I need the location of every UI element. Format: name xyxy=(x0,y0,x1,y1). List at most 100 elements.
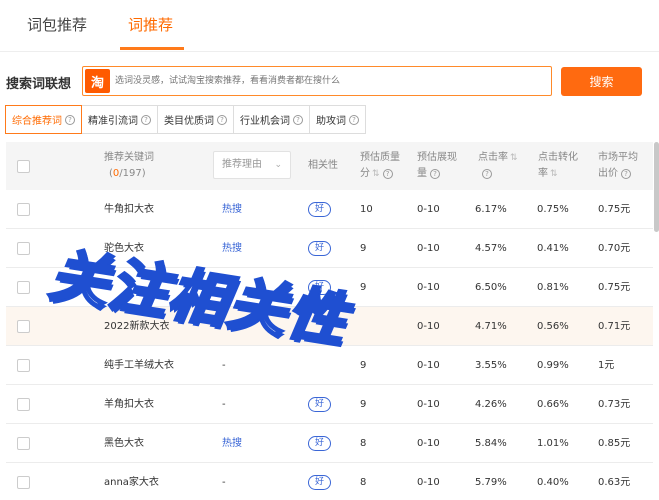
ctr-cell: 5.79% xyxy=(475,477,507,488)
cvr-cell: 0.56% xyxy=(537,321,569,332)
price-cell: 0.75元 xyxy=(598,282,631,293)
header-impressions-label: 预估展现 xyxy=(417,152,457,163)
ctr-cell: 4.71% xyxy=(475,321,507,332)
header-cvr: 点击转化率 ⇅ xyxy=(538,150,578,182)
relevance-badge: 好 xyxy=(308,474,332,490)
sort-icon[interactable]: ⇅ xyxy=(550,169,558,179)
table-row: anna家大衣 - 好 8 0-10 5.79% 0.40% 0.63元 xyxy=(6,463,653,500)
row-checkbox[interactable] xyxy=(17,437,30,450)
header-keyword-count: (0/197) xyxy=(109,168,146,179)
row-checkbox[interactable] xyxy=(17,242,30,255)
header-impressions-label-2: 量 xyxy=(417,168,427,179)
cvr-cell: 0.66% xyxy=(537,399,569,410)
filter-label: 精准引流词 xyxy=(88,116,138,127)
header-keyword: 推荐关键词 xyxy=(104,150,154,166)
help-icon[interactable]: ? xyxy=(430,169,440,179)
reason-cell[interactable]: 热搜 xyxy=(222,190,242,229)
impressions-cell: 0-10 xyxy=(417,360,440,371)
header-relevance: 相关性 xyxy=(308,160,338,171)
active-tab-indicator xyxy=(120,47,184,50)
quality-cell: 9 xyxy=(360,282,367,293)
row-checkbox[interactable] xyxy=(17,359,30,372)
impressions-cell: 0-10 xyxy=(417,321,440,332)
quality-cell: 8 xyxy=(360,477,367,488)
header-ctr-label: 点击率 xyxy=(478,152,508,163)
keyword-cell: anna家大衣 xyxy=(104,477,159,488)
row-checkbox[interactable] xyxy=(17,476,30,489)
cvr-cell: 0.40% xyxy=(537,477,569,488)
header-cvr-label: 点击转化 xyxy=(538,152,578,163)
price-cell: 0.70元 xyxy=(598,243,631,254)
sort-icon[interactable]: ⇅ xyxy=(510,153,518,163)
filter-category-quality[interactable]: 类目优质词? xyxy=(157,105,234,134)
keyword-cell: 纯手工羊绒大衣 xyxy=(104,360,174,371)
table-header: 推荐关键词 (0/197) 推荐理由 ⌄ 相关性 预估质量分 ⇅? 预估展现量? 点… xyxy=(6,142,653,190)
tab-keyword-package[interactable]: 词包推荐 xyxy=(27,14,87,35)
search-input[interactable] xyxy=(115,68,545,94)
sort-icon[interactable]: ⇅ xyxy=(372,169,380,179)
filter-industry-opportunity[interactable]: 行业机会词? xyxy=(233,105,310,134)
impressions-cell: 0-10 xyxy=(417,204,440,215)
taobao-logo-icon: 淘 xyxy=(85,69,110,93)
quality-cell: 9 xyxy=(360,399,367,410)
price-cell: 0.63元 xyxy=(598,477,631,488)
row-checkbox[interactable] xyxy=(17,398,30,411)
row-checkbox[interactable] xyxy=(17,320,30,333)
table-row: 牛角扣大衣 热搜 好 10 0-10 6.17% 0.75% 0.75元 xyxy=(6,190,653,229)
cvr-cell: 0.75% xyxy=(537,204,569,215)
filter-precise-traffic[interactable]: 精准引流词? xyxy=(81,105,158,134)
reason-dropdown[interactable]: 推荐理由 ⌄ xyxy=(213,151,291,179)
filter-label: 综合推荐词 xyxy=(12,116,62,127)
help-icon[interactable]: ? xyxy=(65,114,75,125)
row-checkbox[interactable] xyxy=(17,203,30,216)
search-button[interactable]: 搜索 xyxy=(561,67,642,96)
help-icon[interactable]: ? xyxy=(293,114,303,125)
header-quality-label: 预估质量 xyxy=(360,152,400,163)
vertical-scrollbar[interactable] xyxy=(654,142,659,232)
header-keyword-label: 推荐关键词 xyxy=(104,152,154,163)
cvr-cell: 0.41% xyxy=(537,243,569,254)
help-icon[interactable]: ? xyxy=(141,114,151,125)
help-icon[interactable]: ? xyxy=(349,114,359,125)
relevance-badge: 好 xyxy=(308,201,332,217)
relevance-badge: 好 xyxy=(308,240,332,256)
price-cell: 0.85元 xyxy=(598,438,631,449)
header-quality: 预估质量分 ⇅? xyxy=(360,150,400,182)
filter-assist[interactable]: 助攻词? xyxy=(309,105,366,134)
cvr-cell: 0.99% xyxy=(537,360,569,371)
filter-comprehensive[interactable]: 综合推荐词? xyxy=(5,105,82,134)
header-ctr: 点击率 ⇅? xyxy=(478,150,518,182)
reason-cell[interactable]: 热搜 xyxy=(222,424,242,463)
total-count: /197 xyxy=(119,168,142,179)
price-cell: 1元 xyxy=(598,360,615,371)
filter-label: 行业机会词 xyxy=(240,116,290,127)
ctr-cell: 5.84% xyxy=(475,438,507,449)
search-box: 淘 xyxy=(82,66,552,96)
ctr-cell: 6.50% xyxy=(475,282,507,293)
header-market-price: 市场平均 出价? xyxy=(598,150,638,182)
help-icon[interactable]: ? xyxy=(382,169,393,179)
quality-cell: 8 xyxy=(360,438,367,449)
quality-cell: 9 xyxy=(360,360,367,371)
price-cell: 0.75元 xyxy=(598,204,631,215)
impressions-cell: 0-10 xyxy=(417,243,440,254)
tab-keyword-recommend[interactable]: 词推荐 xyxy=(128,14,173,35)
help-icon[interactable]: ? xyxy=(482,169,492,179)
filter-label: 助攻词 xyxy=(316,116,346,127)
reason-cell: - xyxy=(222,477,226,488)
row-checkbox[interactable] xyxy=(17,281,30,294)
help-icon[interactable]: ? xyxy=(621,169,631,179)
impressions-cell: 0-10 xyxy=(417,438,440,449)
keyword-cell: 黑色大衣 xyxy=(104,438,144,449)
select-all-checkbox[interactable] xyxy=(17,160,30,173)
ctr-cell: 4.26% xyxy=(475,399,507,410)
table-row: 黑色大衣 热搜 好 8 0-10 5.84% 1.01% 0.85元 xyxy=(6,424,653,463)
header-cvr-label-2: 率 xyxy=(538,168,548,179)
help-icon[interactable]: ? xyxy=(217,114,227,125)
impressions-cell: 0-10 xyxy=(417,282,440,293)
price-cell: 0.73元 xyxy=(598,399,631,410)
keyword-cell: 牛角扣大衣 xyxy=(104,204,154,215)
quality-cell: 10 xyxy=(360,204,373,215)
relevance-badge: 好 xyxy=(308,396,332,412)
reason-cell: - xyxy=(222,360,226,371)
